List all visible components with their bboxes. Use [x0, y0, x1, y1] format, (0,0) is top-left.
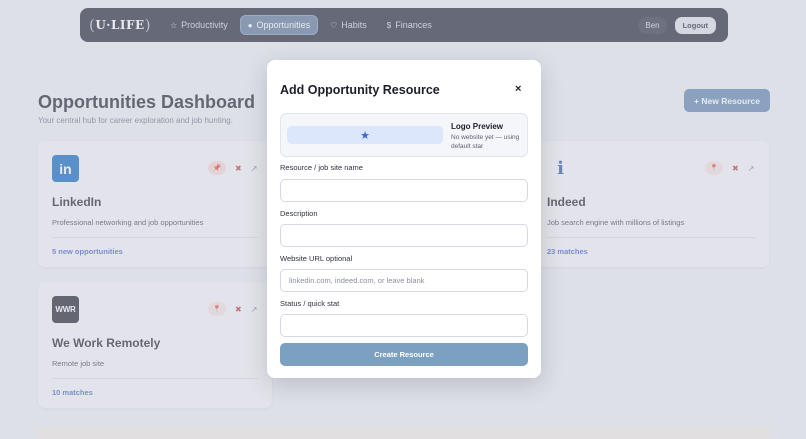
- preview-title: Logo Preview: [451, 122, 504, 131]
- modal-title: Add Opportunity Resource: [280, 83, 440, 97]
- add-resource-modal: Add Opportunity Resource × ★ Logo Previe…: [267, 60, 541, 378]
- website-field-label: Website URL optional: [280, 254, 353, 263]
- status-field[interactable]: [280, 314, 528, 337]
- preview-note: No website yet — using default star: [451, 134, 520, 150]
- website-url-field[interactable]: [280, 269, 528, 292]
- close-icon[interactable]: ×: [515, 84, 521, 95]
- star-icon: ★: [360, 129, 370, 142]
- logo-preview: ★ Logo Preview No website yet — using de…: [280, 113, 528, 157]
- description-field[interactable]: [280, 224, 528, 247]
- description-field-label: Description: [280, 209, 318, 218]
- name-field-label: Resource / job site name: [280, 163, 363, 172]
- create-resource-button[interactable]: Create Resource: [280, 343, 528, 366]
- name-field[interactable]: [280, 179, 528, 202]
- preview-logo-box: ★: [287, 126, 443, 144]
- status-field-label: Status / quick stat: [280, 299, 340, 308]
